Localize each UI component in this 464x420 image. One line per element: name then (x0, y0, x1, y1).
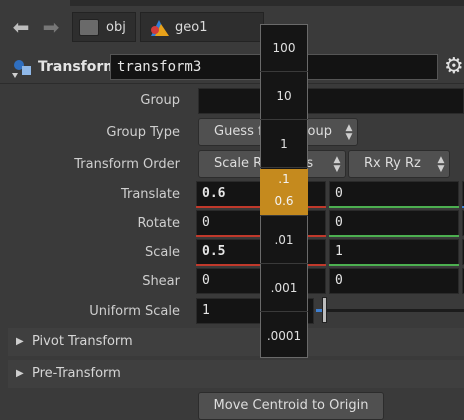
scale-label: Scale (145, 245, 180, 260)
rotation-order-arrows-icon: ▲ ▼ (437, 155, 445, 174)
ladder-step-100[interactable]: 100 (260, 25, 308, 72)
ladder-current-value: 0.6 (274, 194, 294, 208)
transform-order-label: Transform Order (74, 157, 180, 172)
path-segment-obj[interactable]: obj (72, 12, 136, 42)
group-type-label: Group Type (106, 125, 180, 140)
path-segment-label: obj (106, 20, 126, 35)
uniform-scale-slider-handle[interactable] (322, 297, 327, 323)
node-type-label: Transform (38, 59, 118, 75)
group-type-arrows-icon: ▲ ▼ (345, 123, 353, 142)
rotation-order-value: Rx Ry Rz (364, 156, 421, 171)
scale-y-field[interactable]: 1 (329, 239, 459, 265)
rotate-y-underline (329, 235, 459, 237)
pre-transform-label: Pre-Transform (32, 366, 121, 381)
uniform-scale-label: Uniform Scale (89, 304, 180, 319)
path-segment-geo1[interactable]: geo1 (140, 12, 264, 42)
ladder-step-01[interactable]: .01 (260, 217, 308, 264)
uniform-scale-slider-track[interactable] (316, 309, 464, 312)
translate-y-field[interactable]: 0 (329, 181, 459, 207)
geo-node-icon (147, 18, 171, 38)
ladder-step-0001[interactable]: .0001 (260, 313, 308, 360)
obj-network-icon (79, 19, 99, 36)
path-segment-label: geo1 (175, 20, 208, 35)
gear-icon[interactable]: ⚙ (444, 54, 464, 80)
translate-label: Translate (120, 187, 180, 202)
move-centroid-button[interactable]: Move Centroid to Origin (198, 392, 384, 420)
group-label: Group (140, 93, 180, 108)
expand-triangle-icon: ▶ (16, 368, 24, 379)
rotation-order-menu[interactable]: Rx Ry Rz (348, 150, 450, 178)
shear-y-field[interactable]: 0 (329, 268, 459, 294)
shear-label: Shear (142, 274, 180, 289)
transform-order-arrows-icon: ▲ ▼ (333, 155, 341, 174)
scale-y-underline (329, 264, 459, 266)
translate-y-underline (329, 206, 459, 208)
transform-node-icon (10, 57, 34, 79)
ladder-step-active[interactable]: .1 0.6 (260, 169, 308, 216)
pre-transform-section[interactable]: ▶ Pre-Transform (8, 360, 464, 388)
ladder-step-1[interactable]: 1 (260, 121, 308, 168)
ladder-step-10[interactable]: 10 (260, 73, 308, 120)
ladder-step-active-label: .1 (278, 172, 290, 186)
rotate-label: Rotate (137, 216, 180, 231)
group-field[interactable] (198, 88, 464, 114)
expand-triangle-icon: ▶ (16, 336, 24, 347)
ladder-step-001[interactable]: .001 (260, 265, 308, 312)
pivot-transform-section[interactable]: ▶ Pivot Transform (8, 328, 464, 356)
arrow-right-icon[interactable]: ➡ (38, 14, 64, 40)
rotate-y-field[interactable]: 0 (329, 210, 459, 236)
arrow-left-icon[interactable]: ⬅ (8, 14, 34, 40)
pivot-transform-label: Pivot Transform (32, 334, 133, 349)
